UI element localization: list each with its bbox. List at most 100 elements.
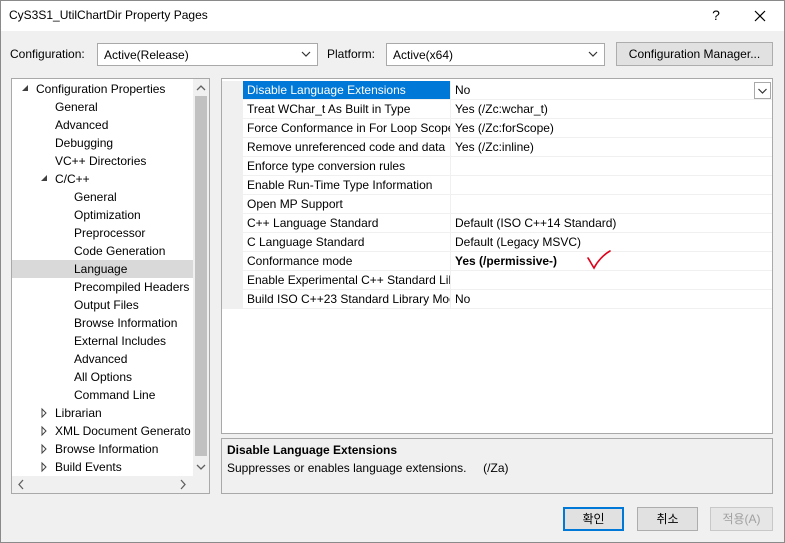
close-button[interactable] (745, 4, 775, 26)
tree-item[interactable]: Build Events (12, 458, 193, 476)
property-row[interactable]: Treat WChar_t As Built in Type Yes (/Zc:w… (222, 100, 772, 119)
property-name[interactable]: C Language Standard (243, 233, 451, 252)
tree-item[interactable]: Debugging (12, 134, 193, 152)
tree-item[interactable]: All Options (12, 368, 193, 386)
property-value[interactable] (451, 271, 772, 290)
property-name[interactable]: Enforce type conversion rules (243, 157, 451, 176)
tree-item[interactable]: Advanced (12, 350, 193, 368)
collapsed-triangle-icon[interactable] (39, 440, 49, 458)
collapsed-triangle-icon[interactable] (39, 422, 49, 440)
cancel-button[interactable]: 취소 (637, 507, 698, 531)
expanded-triangle-icon[interactable] (39, 170, 49, 188)
tree-item[interactable]: XML Document Generato (12, 422, 193, 440)
property-name[interactable]: Force Conformance in For Loop Scope (243, 119, 451, 138)
property-row[interactable]: Enforce type conversion rules (222, 157, 772, 176)
tree-item-label: Language (74, 262, 128, 276)
property-row[interactable]: Disable Language Extensions No (222, 81, 772, 100)
row-gutter (222, 252, 243, 271)
property-row[interactable]: C Language Standard Default (Legacy MSVC) (222, 233, 772, 252)
tree-scroll-thumb[interactable] (195, 96, 207, 456)
property-name[interactable]: Treat WChar_t As Built in Type (243, 100, 451, 119)
row-gutter (222, 195, 243, 214)
scroll-up-icon[interactable] (193, 80, 209, 96)
value-dropdown-button[interactable] (754, 82, 771, 99)
category-tree[interactable]: Configuration Properties General Advanced D… (11, 78, 210, 494)
row-gutter (222, 233, 243, 252)
platform-select[interactable]: Active(x64) (386, 43, 605, 66)
tree-item-label: Debugging (55, 136, 114, 150)
property-value[interactable]: Yes (/Zc:wchar_t) (451, 100, 772, 119)
collapsed-triangle-icon[interactable] (39, 458, 49, 476)
tree-item-label: Advanced (55, 118, 109, 132)
property-name[interactable]: Open MP Support (243, 195, 451, 214)
property-row[interactable]: Force Conformance in For Loop Scope Yes (… (222, 119, 772, 138)
tree-item[interactable]: C/C++ (12, 170, 193, 188)
property-row[interactable]: Enable Run-Time Type Information (222, 176, 772, 195)
tree-item[interactable]: Command Line (12, 386, 193, 404)
tree-item[interactable]: General (12, 188, 193, 206)
property-grid[interactable]: Disable Language Extensions No Treat WChar… (221, 78, 773, 434)
property-name[interactable]: C++ Language Standard (243, 214, 451, 233)
property-name[interactable]: Conformance mode (243, 252, 451, 271)
platform-label: Platform: (327, 47, 376, 61)
property-name[interactable]: Enable Run-Time Type Information (243, 176, 451, 195)
collapsed-triangle-icon[interactable] (39, 404, 49, 422)
red-check-mark-annotation (587, 250, 611, 270)
property-value[interactable]: No (451, 81, 772, 100)
help-button[interactable]: ? (707, 4, 725, 26)
property-value[interactable]: No (451, 290, 772, 309)
tree-item[interactable]: Browse Information (12, 314, 193, 332)
tree-item[interactable]: VC++ Directories (12, 152, 193, 170)
property-row[interactable]: Open MP Support (222, 195, 772, 214)
tree-item[interactable]: Optimization (12, 206, 193, 224)
property-value[interactable]: Yes (/Zc:inline) (451, 138, 772, 157)
tree-item-label: Build Events (55, 460, 122, 474)
description-panel: Disable Language Extensions Suppresses o… (221, 438, 773, 494)
property-row[interactable]: Conformance mode Yes (/permissive-) (222, 252, 772, 271)
tree-item[interactable]: General (12, 98, 193, 116)
property-row[interactable]: Build ISO C++23 Standard Library Modules… (222, 290, 772, 309)
apply-button[interactable]: 적용(A) (710, 507, 773, 531)
property-row[interactable]: Enable Experimental C++ Standard Library (222, 271, 772, 290)
tree-item[interactable]: Configuration Properties (12, 80, 193, 98)
tree-item[interactable]: Output Files (12, 296, 193, 314)
tree-item[interactable]: Browse Information (12, 440, 193, 458)
property-value[interactable] (451, 195, 772, 214)
tree-item[interactable]: Precompiled Headers (12, 278, 193, 296)
tree-item[interactable]: Language (12, 260, 193, 278)
tree-horizontal-scrollbar[interactable] (12, 476, 209, 493)
ok-button[interactable]: 확인 (563, 507, 624, 531)
tree-item-label: Browse Information (55, 442, 159, 456)
tree-item-label: C/C++ (55, 172, 90, 186)
description-title: Disable Language Extensions (227, 443, 398, 457)
property-row[interactable]: C++ Language Standard Default (ISO C++14 … (222, 214, 772, 233)
chevron-down-icon (758, 88, 767, 94)
property-row[interactable]: Remove unreferenced code and data Yes (/Z… (222, 138, 772, 157)
configuration-manager-button[interactable]: Configuration Manager... (616, 42, 773, 66)
property-value[interactable] (451, 157, 772, 176)
tree-item[interactable]: Librarian (12, 404, 193, 422)
property-value[interactable]: Yes (/Zc:forScope) (451, 119, 772, 138)
tree-item[interactable]: Advanced (12, 116, 193, 134)
property-name[interactable]: Disable Language Extensions (243, 81, 451, 100)
property-value[interactable]: Default (ISO C++14 Standard) (451, 214, 772, 233)
tree-item-label: XML Document Generato (55, 424, 191, 438)
tree-item[interactable]: External Includes (12, 332, 193, 350)
tree-vertical-scrollbar[interactable] (193, 79, 209, 476)
row-gutter (222, 290, 243, 309)
property-name[interactable]: Build ISO C++23 Standard Library Modules (243, 290, 451, 309)
configuration-select[interactable]: Active(Release) (97, 43, 318, 66)
scroll-corner (193, 476, 209, 493)
window-title: CyS3S1_UtilChartDir Property Pages (9, 8, 208, 22)
scroll-right-icon[interactable] (175, 476, 191, 493)
property-name[interactable]: Remove unreferenced code and data (243, 138, 451, 157)
expanded-triangle-icon[interactable] (20, 80, 30, 98)
property-name[interactable]: Enable Experimental C++ Standard Library (243, 271, 451, 290)
tree-item[interactable]: Code Generation (12, 242, 193, 260)
scroll-left-icon[interactable] (13, 476, 29, 493)
tree-item[interactable]: Preprocessor (12, 224, 193, 242)
property-value[interactable] (451, 176, 772, 195)
scroll-down-icon[interactable] (193, 459, 209, 475)
tree-item-label: Precompiled Headers (74, 280, 190, 294)
tree-item-label: Command Line (74, 388, 156, 402)
